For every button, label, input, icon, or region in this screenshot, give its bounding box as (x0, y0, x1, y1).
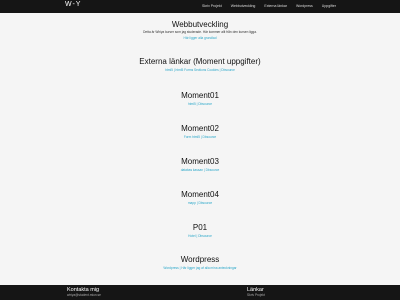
section-wordpress: Wordpress Wordpress | Här ligger jag af … (0, 255, 400, 270)
section-p01: P01 Hotel | Dbsource (0, 223, 400, 238)
nav-item-webbutveckling[interactable]: Webbutveckling (231, 4, 256, 8)
section-moment04: Moment04 mapp | Dbsource (0, 190, 400, 205)
section-link[interactable]: mapp | Dbsource (0, 201, 400, 205)
site-brand[interactable]: W-Y (65, 1, 81, 8)
section-link[interactable]: Form html5 | Dbsource (0, 135, 400, 139)
section-title: Externa länkar (Moment uppgifter) (139, 57, 261, 66)
section-externa-lankar: Externa länkar (Moment uppgifter) html5 … (0, 57, 400, 72)
section-title: Moment03 (181, 157, 219, 166)
section-title: Webbutveckling (171, 20, 229, 29)
section-description: Detta är Wiriya kurser som jag studerade… (143, 30, 257, 34)
nav-item-skriv-projekt[interactable]: Skriv Projekt (202, 4, 222, 8)
section-title: Moment01 (181, 91, 219, 100)
site-footer: Kontakta mig wiriya@student.miun.se Länk… (0, 285, 400, 300)
section-webbutveckling: Webbutveckling Detta är Wiriya kurser so… (0, 20, 400, 40)
section-title: Wordpress (180, 255, 220, 264)
section-link[interactable]: Wordpress | Här ligger jag af alla mina … (0, 266, 400, 270)
section-moment03: Moment03 databas kassan | Dbsource (0, 157, 400, 172)
section-link[interactable]: html5 | html5 Forms Sections Cookies | D… (0, 68, 400, 72)
section-link[interactable]: databas kassan | Dbsource (0, 168, 400, 172)
section-link[interactable]: Hotel | Dbsource (0, 234, 400, 238)
section-moment02: Moment02 Form html5 | Dbsource (0, 124, 400, 139)
main-nav: Skriv Projekt Webbutveckling Externa län… (202, 4, 336, 8)
section-link[interactable]: html5 | Dbsource (0, 102, 400, 106)
footer-contact-email[interactable]: wiriya@student.miun.se (67, 293, 101, 297)
section-title: Moment04 (181, 190, 219, 199)
section-title: Moment02 (181, 124, 219, 133)
top-navbar: W-Y Skriv Projekt Webbutveckling Externa… (0, 0, 400, 13)
section-moment01: Moment01 html5 | Dbsource (0, 91, 400, 106)
footer-links: Länkar Skriv Projekt (247, 287, 265, 297)
nav-item-uppgifter[interactable]: Uppgifter (322, 4, 336, 8)
section-title: P01 (192, 223, 208, 232)
section-link[interactable]: Här ligger alla grundlad (0, 36, 400, 40)
nav-item-externa-lankar[interactable]: Externa länkar (264, 4, 287, 8)
nav-item-wordpress[interactable]: Wordpress (296, 4, 313, 8)
footer-link-item[interactable]: Skriv Projekt (247, 293, 265, 297)
footer-contact: Kontakta mig wiriya@student.miun.se (67, 287, 101, 297)
